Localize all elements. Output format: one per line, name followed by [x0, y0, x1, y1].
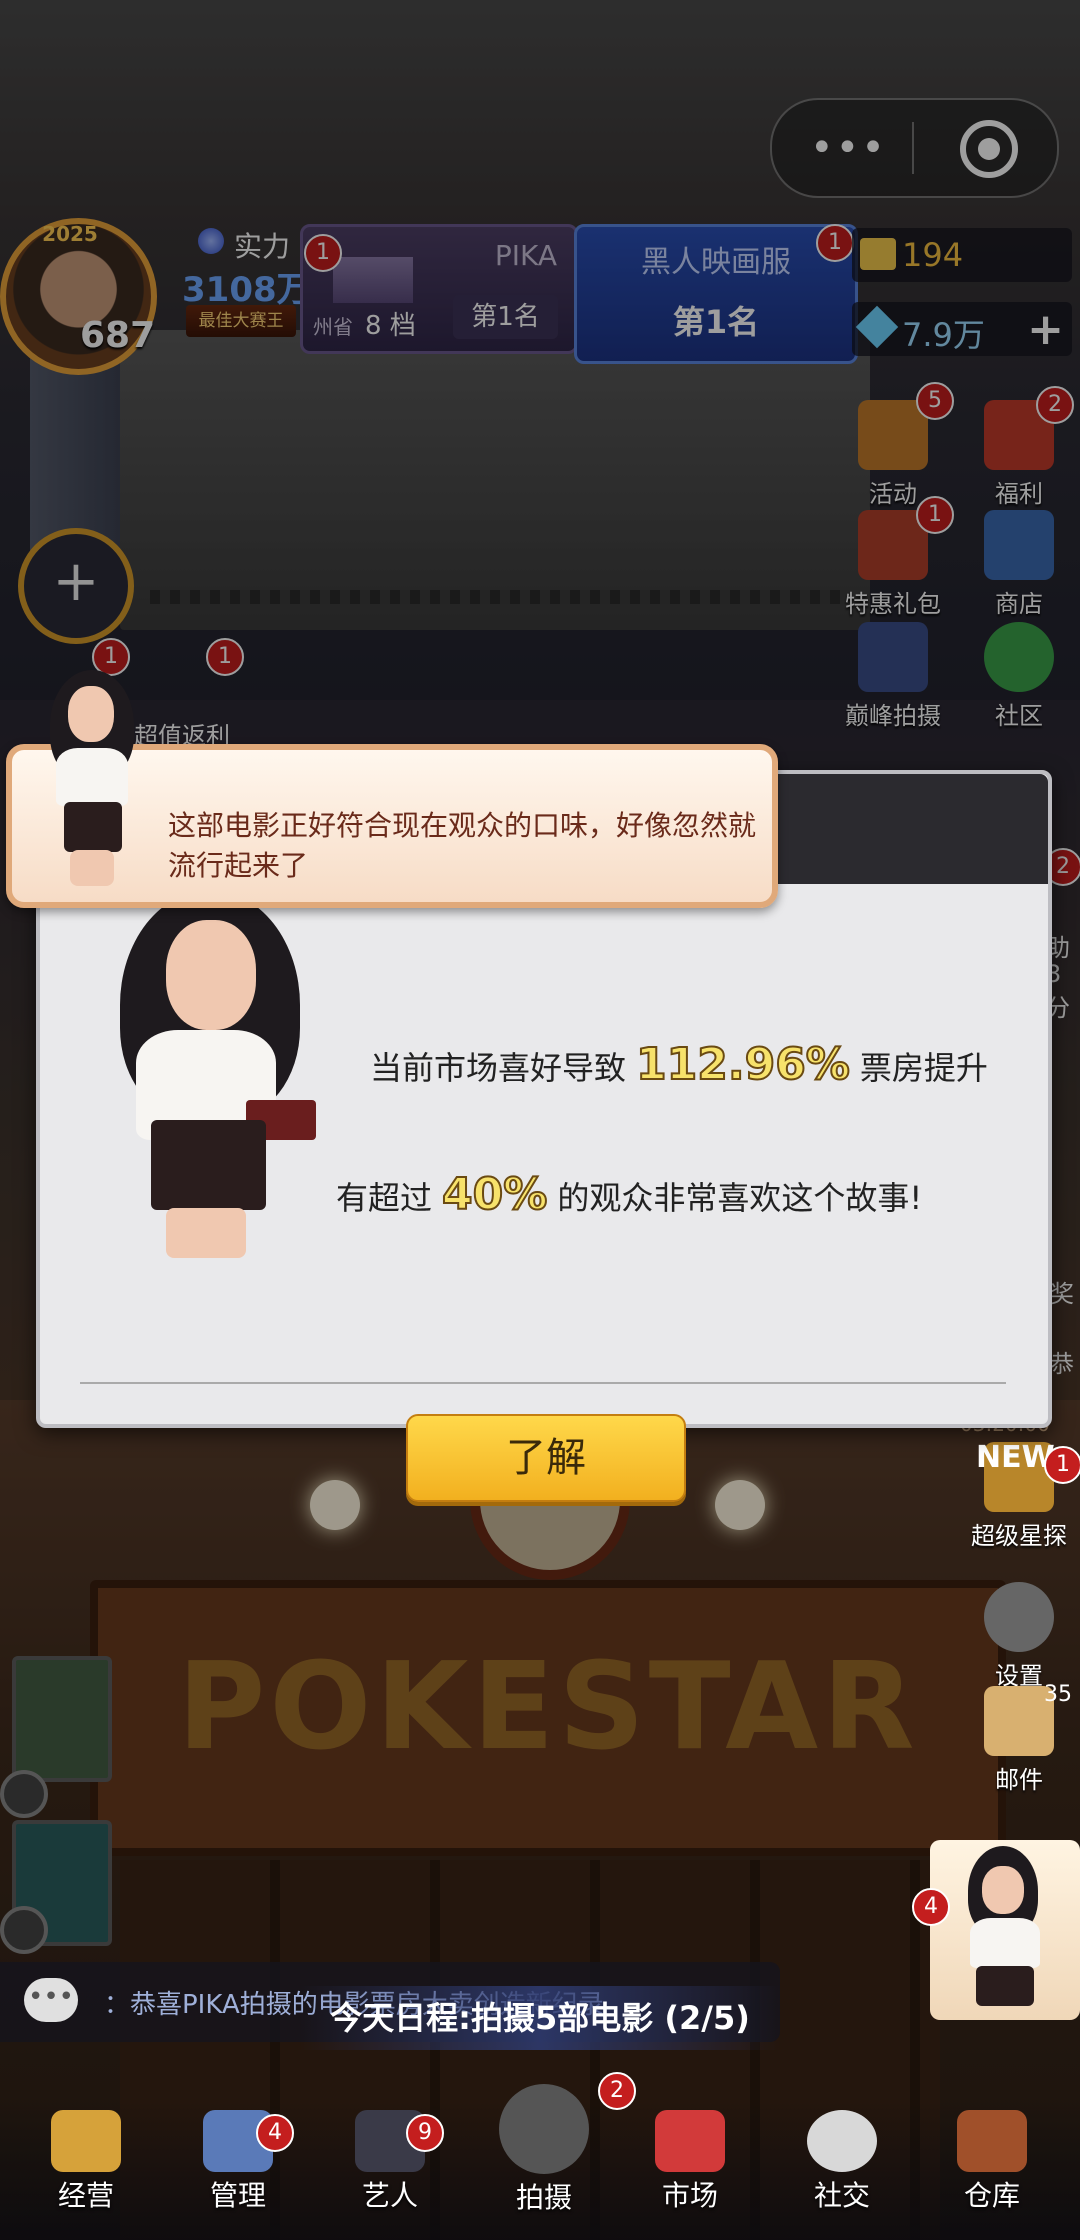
face-shape	[166, 920, 256, 1030]
new-tag: NEW	[976, 1440, 1055, 1475]
shirt-shape	[970, 1918, 1040, 1968]
film-reel-icon	[0, 1906, 48, 1954]
nav-item-operate[interactable]: 经营	[26, 2110, 146, 2214]
film-poster[interactable]	[12, 1656, 112, 1782]
assistant-portrait[interactable]	[930, 1840, 1080, 2020]
skirt-shape	[151, 1120, 266, 1210]
camera-icon	[499, 2084, 589, 2174]
secretary-character	[96, 890, 336, 1270]
nav-label: 仓库	[963, 2179, 1020, 2212]
shirt-shape	[56, 748, 128, 806]
dialog-divider	[80, 1382, 1006, 1384]
notification-badge: 4	[256, 2114, 294, 2152]
legs-shape	[166, 1208, 246, 1258]
market-icon	[655, 2110, 725, 2172]
skirt-shape	[64, 802, 122, 852]
notification-badge: 2	[598, 2072, 636, 2110]
nav-item-social[interactable]: 社交	[782, 2110, 902, 2214]
nav-label: 管理	[209, 2179, 266, 2212]
notification-badge: 1	[1044, 1446, 1080, 1484]
speaker-character	[38, 670, 148, 890]
line2-suffix: 的观众非常喜欢这个故事!	[557, 1179, 923, 1217]
nav-label: 艺人	[361, 2179, 418, 2212]
nav-label: 拍摄	[515, 2181, 572, 2214]
notification-badge: 4	[912, 1888, 950, 1926]
nav-item-warehouse[interactable]: 仓库	[932, 2110, 1052, 2214]
skirt-shape	[976, 1966, 1034, 2006]
chat-bubble-icon: •••	[24, 1978, 78, 2022]
film-reel-icon	[0, 1770, 48, 1818]
face-shape	[982, 1866, 1024, 1914]
confirm-button[interactable]: 了解	[406, 1414, 686, 1502]
box-office-line: 当前市场喜好导致 112.96% 票房提升	[370, 1038, 988, 1091]
side-button-settings[interactable]: 设置	[964, 1582, 1074, 1691]
line1-suffix: 票房提升	[859, 1049, 988, 1087]
popcorn-icon	[51, 2110, 121, 2172]
box-office-percent: 112.96%	[635, 1038, 851, 1091]
side-label: 超级星探	[971, 1522, 1067, 1550]
nav-label: 市场	[661, 2179, 718, 2212]
nav-label: 经营	[57, 2179, 114, 2212]
gear-icon	[984, 1582, 1054, 1652]
audience-percent: 40%	[441, 1168, 548, 1221]
audience-line: 有超过 40% 的观众非常喜欢这个故事!	[336, 1168, 923, 1221]
nav-label: 社交	[813, 2179, 870, 2212]
side-label: 邮件	[995, 1766, 1043, 1794]
line1-prefix: 当前市场喜好导致	[370, 1049, 627, 1087]
face-shape	[68, 686, 114, 742]
mail-count: 35	[1044, 1682, 1072, 1707]
nav-item-market[interactable]: 市场	[630, 2110, 750, 2214]
line2-prefix: 有超过	[336, 1179, 433, 1217]
notification-badge: 9	[406, 2114, 444, 2152]
speech-text: 这部电影正好符合现在观众的口味，好像忽然就流行起来了	[168, 809, 757, 882]
warehouse-icon	[957, 2110, 1027, 2172]
coffee-cup-icon	[807, 2110, 877, 2172]
daily-schedule[interactable]: 今天日程:拍摄5部电影 (2/5)	[300, 1986, 780, 2050]
legs-shape	[70, 850, 114, 886]
nav-item-shoot[interactable]: 拍摄	[484, 2084, 604, 2216]
